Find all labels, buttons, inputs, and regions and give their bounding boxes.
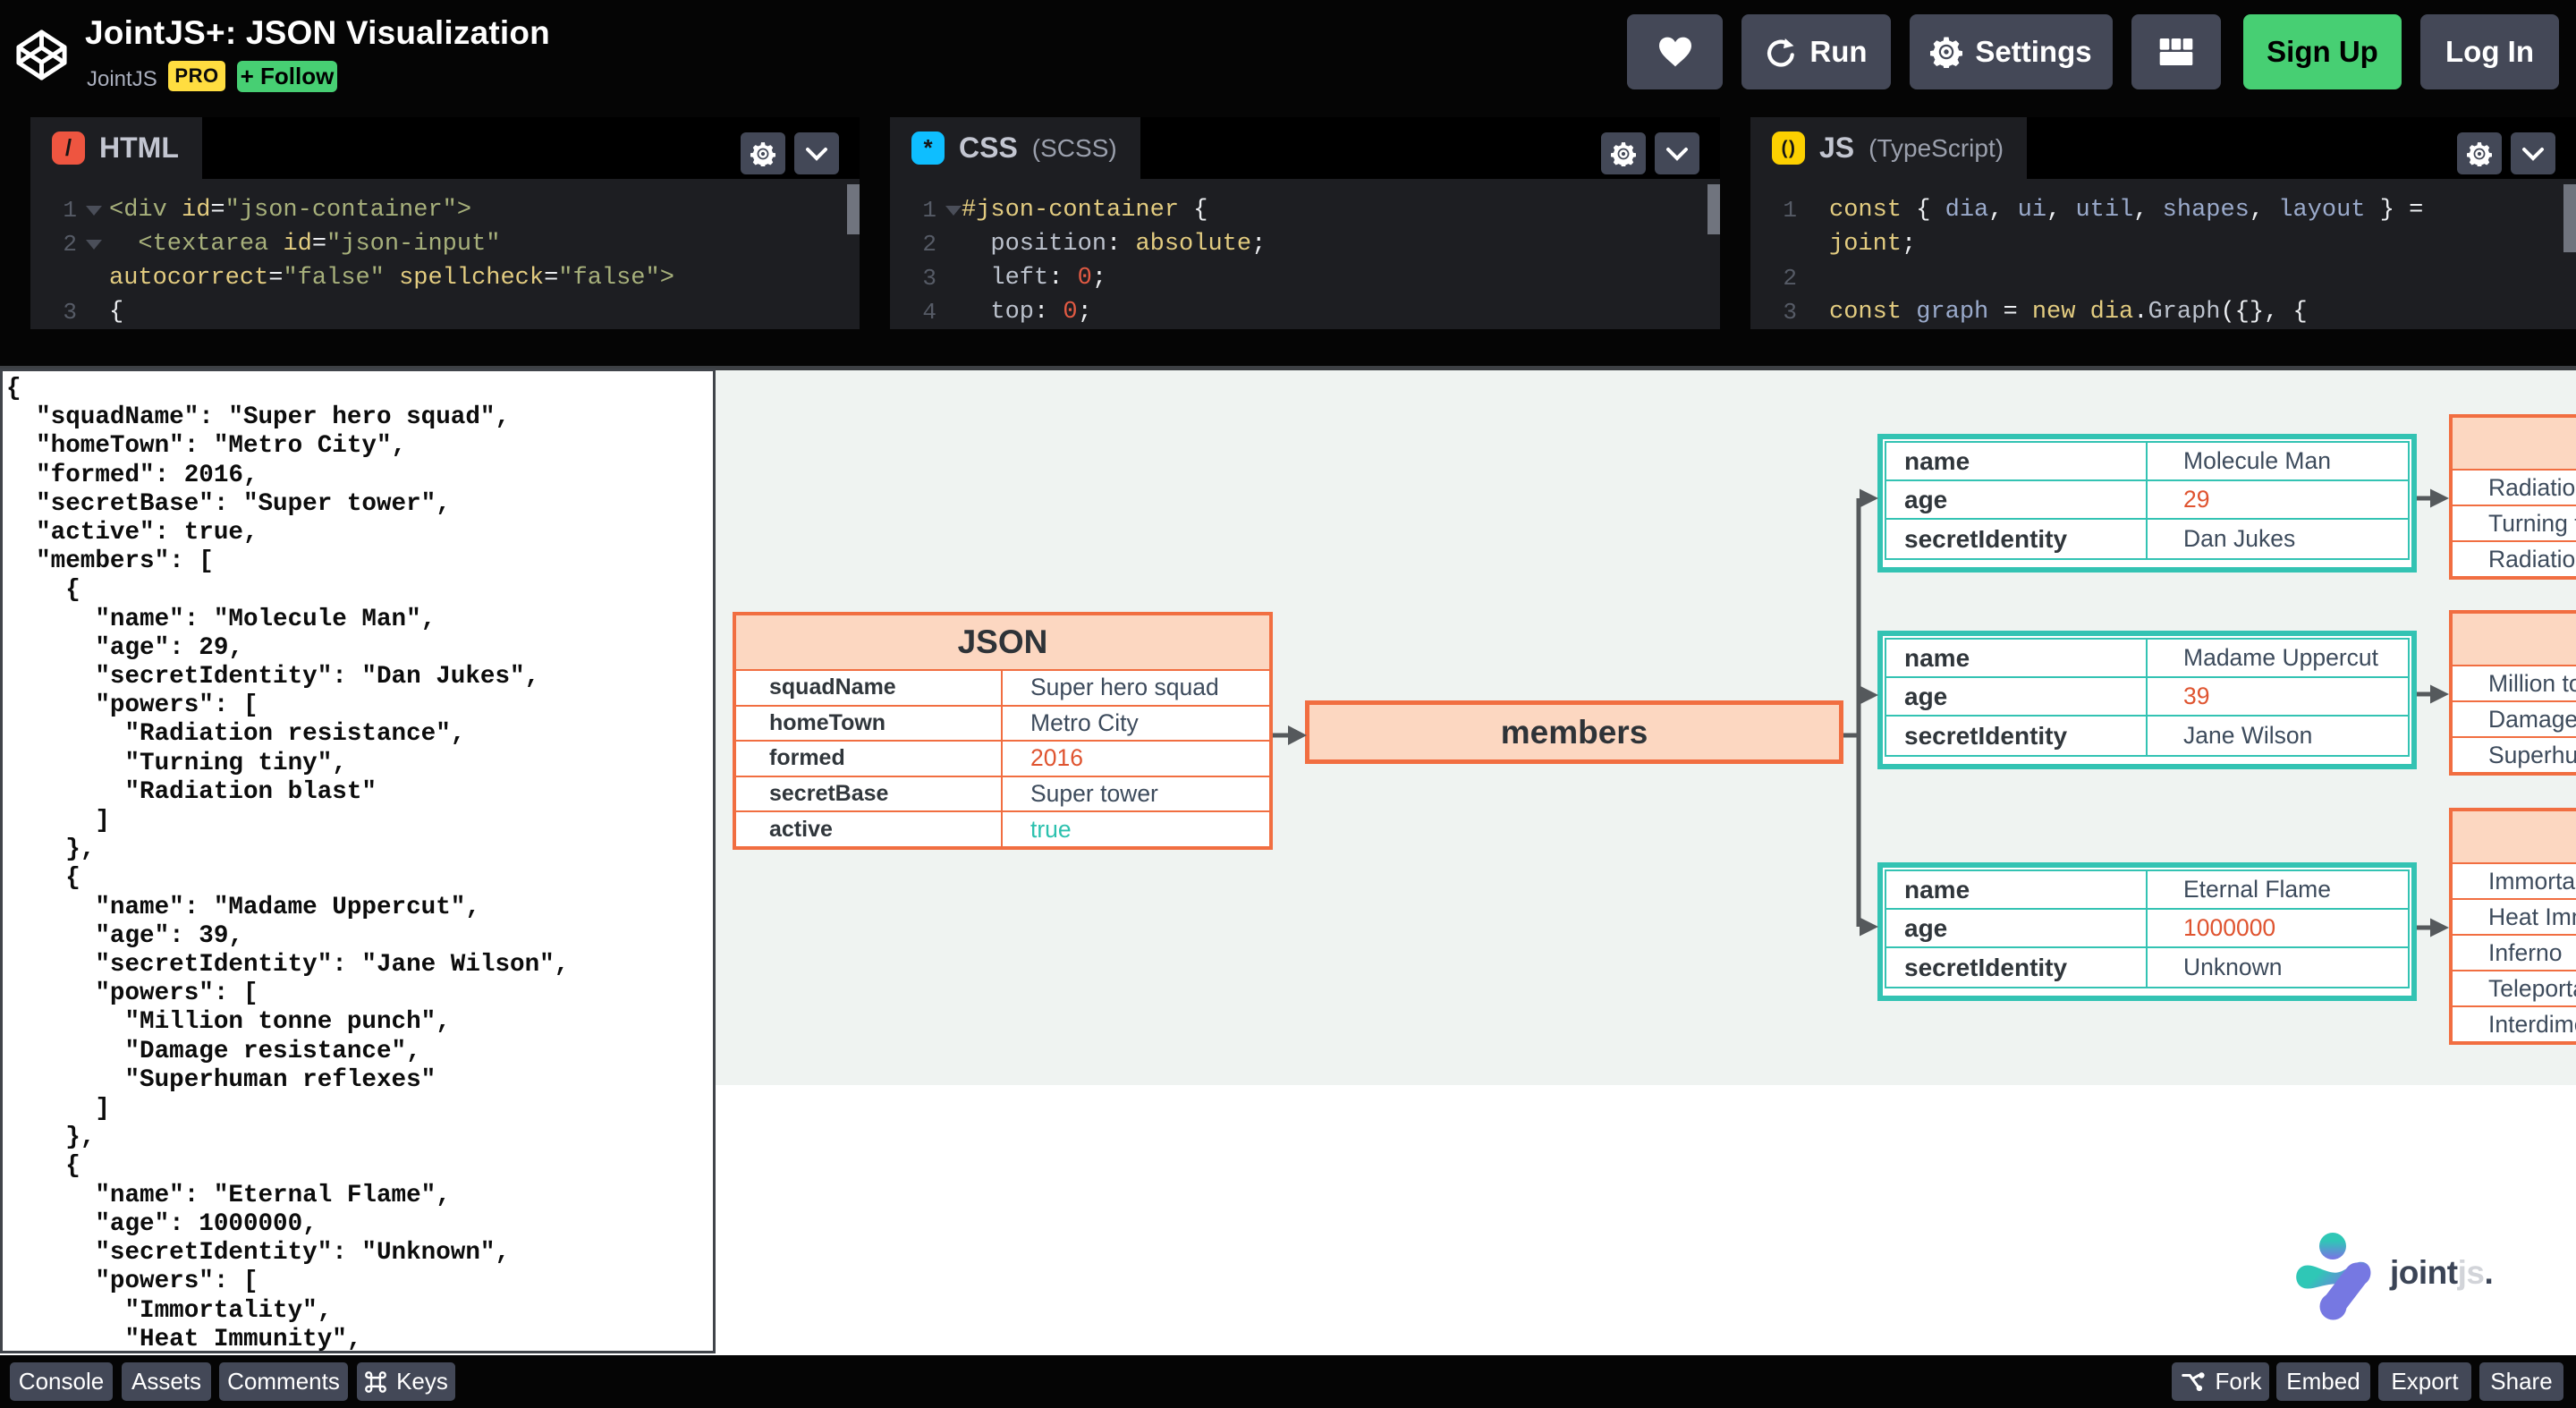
svg-text:jointjs.: jointjs. [2389,1254,2493,1291]
